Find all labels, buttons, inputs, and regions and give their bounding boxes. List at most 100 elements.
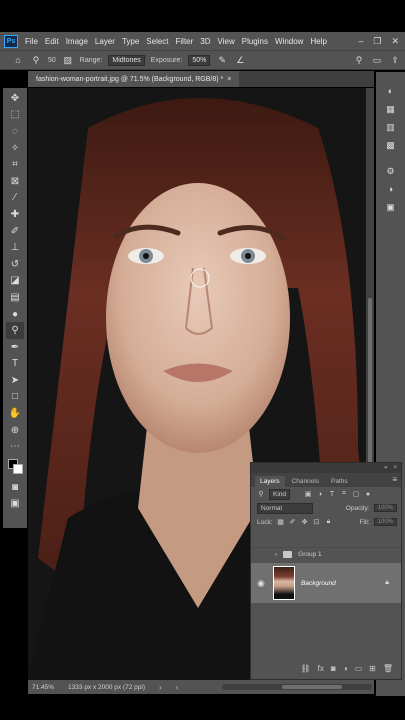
document-tab[interactable]: fashion-woman-portrait.jpg @ 71.5% (Back… [28, 71, 240, 87]
expand-chevron-icon[interactable]: › [275, 551, 277, 558]
quick-selection-tool-icon[interactable]: ✧ [6, 140, 24, 157]
lock-position-icon[interactable]: ✥ [301, 518, 309, 526]
move-tool-icon[interactable]: ✥ [6, 90, 24, 107]
exposure-input[interactable]: 50% [188, 54, 211, 66]
layer-group-row[interactable]: › Group 1 [251, 547, 401, 561]
clone-stamp-tool-icon[interactable]: ⊥ [6, 239, 24, 256]
background-color-swatch[interactable] [13, 464, 23, 475]
menu-plugins[interactable]: Plugins [242, 37, 268, 46]
menu-type[interactable]: Type [122, 37, 139, 46]
add-mask-icon[interactable]: ◙ [331, 664, 336, 673]
close-panel-icon[interactable]: × [393, 465, 397, 471]
document-dimensions[interactable]: 1333 px x 2000 px (72 ppi) [68, 684, 145, 691]
brush-size-value[interactable]: 50 [48, 57, 56, 64]
crop-tool-icon[interactable]: ⌗ [6, 156, 24, 173]
layer-row-background[interactable]: ◉ Background 🔒︎ [251, 563, 401, 603]
lock-artboard-icon[interactable]: ⊡ [313, 518, 321, 526]
menu-edit[interactable]: Edit [45, 37, 59, 46]
eyedropper-tool-icon[interactable]: ⁄ [6, 190, 24, 207]
close-document-icon[interactable]: × [227, 76, 231, 83]
lock-image-icon[interactable]: ✐ [289, 518, 297, 526]
color-swatches[interactable] [6, 457, 24, 479]
eye-icon[interactable]: ◉ [257, 578, 267, 589]
lock-all-icon[interactable]: 🔒︎ [325, 518, 333, 526]
rectangle-tool-icon[interactable]: □ [6, 389, 24, 406]
workspace-icon[interactable]: ▭ [371, 54, 383, 66]
blend-mode-select[interactable]: Normal [257, 502, 313, 514]
menu-select[interactable]: Select [146, 37, 168, 46]
eraser-tool-icon[interactable]: ◪ [6, 273, 24, 290]
lock-transparent-icon[interactable]: ▦ [277, 518, 285, 526]
patterns-panel-icon[interactable]: ▩ [384, 138, 398, 152]
menu-3d[interactable]: 3D [200, 37, 210, 46]
share-icon[interactable]: ⇪ [389, 54, 401, 66]
menu-view[interactable]: View [218, 37, 235, 46]
panel-menu-icon[interactable]: ≡ [392, 475, 397, 484]
adjustment-layer-icon[interactable]: ◑ [343, 664, 348, 673]
filter-toggle-icon[interactable]: ● [364, 490, 372, 498]
horizontal-scrollbar[interactable] [222, 684, 373, 690]
edit-toolbar-icon[interactable]: ⋯ [6, 438, 24, 455]
home-icon[interactable]: ⌂ [12, 54, 24, 66]
pen-tool-icon[interactable]: ✒ [6, 339, 24, 356]
filter-shape-icon[interactable]: ⌗ [340, 490, 348, 498]
blur-tool-icon[interactable]: ● [6, 306, 24, 323]
scroll-left-icon[interactable]: ‹ [176, 683, 179, 692]
vertical-scroll-thumb[interactable] [368, 298, 372, 468]
gradient-tool-icon[interactable]: ▤ [6, 289, 24, 306]
gradients-panel-icon[interactable]: ▥ [384, 120, 398, 134]
menu-image[interactable]: Image [66, 37, 88, 46]
menu-window[interactable]: Window [275, 37, 303, 46]
tab-paths[interactable]: Paths [326, 476, 353, 487]
link-layers-icon[interactable]: ⛓ [301, 664, 311, 673]
search-icon[interactable]: ⚲ [353, 54, 365, 66]
menu-file[interactable]: File [25, 37, 38, 46]
swatches-panel-icon[interactable]: ▦ [384, 102, 398, 116]
menu-filter[interactable]: Filter [176, 37, 194, 46]
menu-layer[interactable]: Layer [95, 37, 115, 46]
brush-tool-icon[interactable]: ✐ [6, 223, 24, 240]
menu-help[interactable]: Help [310, 37, 326, 46]
filter-smart-object-icon[interactable]: ▢ [352, 490, 360, 498]
angle-icon[interactable]: ∠ [234, 54, 246, 66]
dodge-tool-preset-icon[interactable]: ⚲ [30, 54, 42, 66]
tab-channels[interactable]: Channels [287, 476, 324, 487]
new-layer-icon[interactable]: ⊞ [369, 664, 376, 673]
quick-mask-icon[interactable]: ◙ [6, 479, 24, 496]
marquee-tool-icon[interactable]: ⬚ [6, 107, 24, 124]
range-select[interactable]: Midtones [108, 54, 145, 66]
collapse-panel-icon[interactable]: « [384, 465, 387, 471]
libraries-panel-icon[interactable]: ▣ [384, 200, 398, 214]
color-panel-icon[interactable]: ◐ [384, 84, 398, 98]
fill-input[interactable]: 100% [373, 518, 397, 526]
path-selection-tool-icon[interactable]: ➤ [6, 372, 24, 389]
new-group-icon[interactable]: ▭ [355, 664, 363, 673]
filter-adjustment-icon[interactable]: ◑ [316, 490, 324, 498]
horizontal-scroll-thumb[interactable] [282, 685, 343, 689]
frame-tool-icon[interactable]: ⊠ [6, 173, 24, 190]
group-name[interactable]: Group 1 [298, 551, 322, 558]
close-window-button[interactable]: ✕ [391, 36, 399, 47]
history-brush-tool-icon[interactable]: ↺ [6, 256, 24, 273]
opacity-input[interactable]: 100% [373, 504, 397, 512]
filter-kind-select[interactable]: Kind [269, 488, 291, 500]
hand-tool-icon[interactable]: ✋ [6, 405, 24, 422]
layer-name[interactable]: Background [301, 580, 336, 587]
restore-button[interactable]: ❐ [373, 36, 381, 47]
minimize-button[interactable]: – [358, 36, 363, 47]
dodge-tool-icon[interactable]: ⚲ [6, 322, 24, 339]
filter-pixel-icon[interactable]: ▣ [304, 490, 312, 498]
layer-style-icon[interactable]: fx [318, 664, 324, 673]
screen-mode-icon[interactable]: ▣ [6, 496, 24, 513]
properties-panel-icon[interactable]: ⚙ [384, 164, 398, 178]
adjustments-panel-icon[interactable]: ◑ [384, 182, 398, 196]
airbrush-icon[interactable]: ✎ [216, 54, 228, 66]
status-arrow-icon[interactable]: › [159, 683, 162, 692]
zoom-tool-icon[interactable]: ⊕ [6, 422, 24, 439]
brush-panel-toggle-icon[interactable]: ▨ [62, 54, 74, 66]
healing-brush-tool-icon[interactable]: ✚ [6, 206, 24, 223]
filter-type-icon[interactable]: T [328, 490, 336, 498]
delete-layer-icon[interactable]: 🗑︎ [383, 664, 393, 673]
lasso-tool-icon[interactable]: ◌ [6, 123, 24, 140]
zoom-level[interactable]: 71.45% [32, 684, 54, 691]
